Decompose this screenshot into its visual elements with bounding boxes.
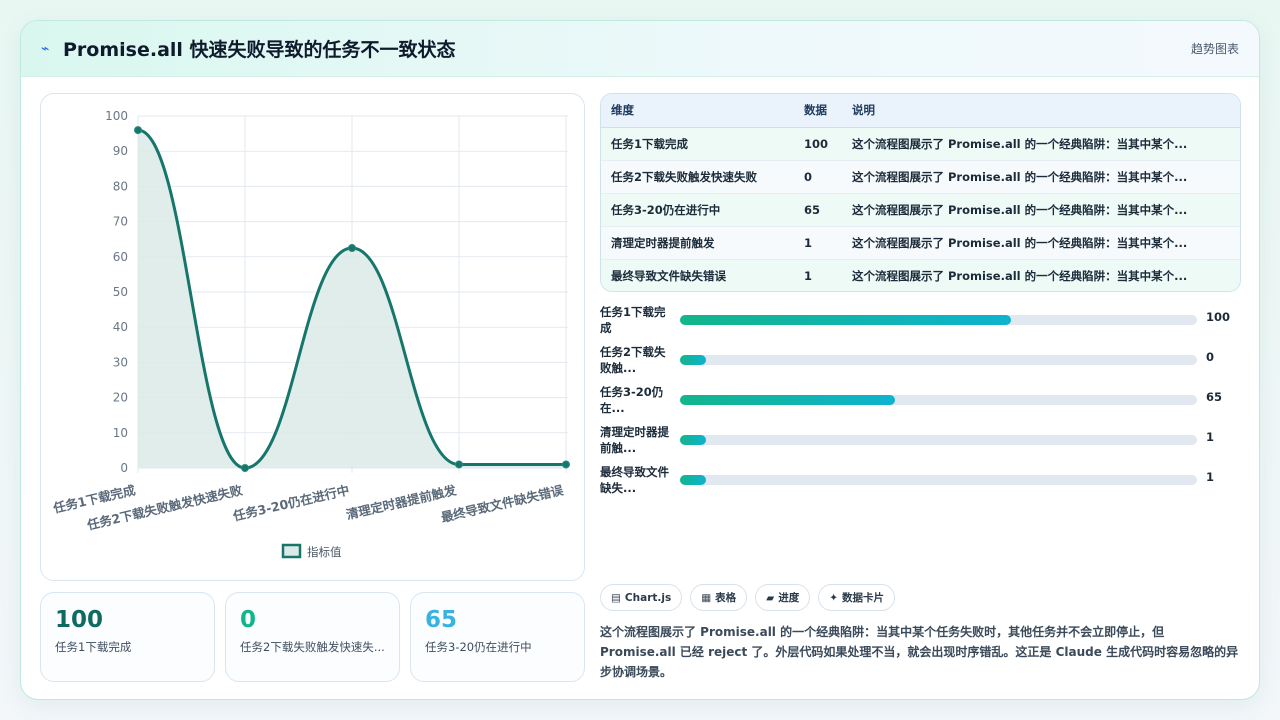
data-table: 维度 数据 说明 任务1下载完成 100 这个流程图展示了 Promise.al…: [600, 93, 1241, 292]
stat-value: 0: [240, 607, 257, 633]
progress-label: 最终导致文件 缺失...: [600, 465, 669, 495]
progress-row: 清理定时器提 前触... 1: [600, 424, 1241, 464]
stat-card-1: 100 任务1下载完成: [40, 592, 215, 682]
progress-value: 0: [1206, 350, 1215, 364]
chip-progress[interactable]: ▰ 进度: [755, 584, 811, 611]
progress-track: [680, 435, 1197, 445]
cell-dimension: 任务2下载失败触发快速失败: [601, 160, 794, 194]
table-row: 任务1下载完成 100 这个流程图展示了 Promise.all 的一个经典陷阱…: [601, 127, 1240, 161]
table-row: 任务2下载失败触发快速失败 0 这个流程图展示了 Promise.all 的一个…: [601, 160, 1240, 194]
progress-label: 任务3-20仍 在...: [600, 385, 664, 415]
zap-icon: ⌁: [41, 40, 50, 57]
cell-dimension: 清理定时器提前触发: [601, 226, 794, 260]
cell-dimension: 任务3-20仍在进行中: [601, 193, 794, 227]
cell-dimension: 任务1下载完成: [601, 127, 794, 161]
stat-label: 任务2下载失败触发快速失...: [240, 640, 385, 654]
progress-value: 1: [1206, 470, 1215, 484]
cell-note: 这个流程图展示了 Promise.all 的一个经典陷阱：当其中某个...: [842, 127, 1240, 161]
title-wrap: ⌁ Promise.all 快速失败导致的任务不一致状态: [41, 35, 456, 62]
col-header-dimension: 维度: [601, 94, 794, 128]
trend-chart-link[interactable]: 趋势图表: [1191, 40, 1239, 57]
cell-value: 100: [794, 127, 842, 161]
cell-value: 1: [794, 226, 842, 260]
stat-value: 65: [425, 607, 458, 633]
data-point: [348, 244, 356, 252]
stat-card-3: 65 任务3-20仍在进行中: [410, 592, 585, 682]
y-tick-label: 10: [113, 426, 128, 440]
main-card: ⌁ Promise.all 快速失败导致的任务不一致状态 趋势图表 0 10 20 3…: [20, 20, 1260, 700]
progress-label: 任务1下载完成: [600, 305, 666, 335]
cell-dimension: 最终导致文件缺失错误: [601, 259, 794, 291]
y-tick-label: 0: [120, 461, 128, 475]
legend-label: 指标值: [307, 545, 342, 559]
y-tick-label: 70: [113, 215, 128, 229]
area-chart: 0102030405060708090100任务1下载完成任务2下载失败触发快速…: [51, 109, 570, 559]
chip-chartjs[interactable]: ▤ Chart.js: [600, 584, 683, 611]
progress-track: [680, 355, 1197, 365]
progress-fill: [680, 355, 706, 365]
progress-bars: 任务1下载完成 100 任务2下载失 败触... 0 任务3-20仍 在... 65…: [600, 304, 1241, 504]
sparkle-icon: ✦: [829, 591, 839, 604]
table-header-row: 维度 数据 说明: [601, 94, 1240, 128]
progress-fill: [680, 475, 706, 485]
progress-track: [680, 395, 1197, 405]
stat-value: 100: [55, 607, 104, 633]
x-tick-label: 任务3-20仍在进行中: [231, 482, 351, 524]
chart-icon: ▤: [611, 591, 621, 604]
page-title: Promise.all 快速失败导致的任务不一致状态: [63, 39, 456, 61]
col-header-note: 说明: [842, 94, 1240, 128]
chip-table[interactable]: ▦ 表格: [690, 584, 748, 611]
table-icon: ▦: [701, 591, 712, 604]
data-point: [134, 126, 142, 135]
cell-note: 这个流程图展示了 Promise.all 的一个经典陷阱：当其中某个...: [842, 259, 1240, 291]
description: 这个流程图展示了 Promise.all 的一个经典陷阱：当其中某个任务失败时，…: [600, 625, 1239, 679]
progress-fill: [680, 315, 1011, 325]
stat-cards: 100 任务1下载完成 0 任务2下载失败触发快速失... 65 任务3-20仍…: [40, 592, 585, 682]
progress-fill: [680, 435, 706, 445]
table-row: 清理定时器提前触发 1 这个流程图展示了 Promise.all 的一个经典陷阱…: [601, 226, 1240, 260]
data-point: [562, 460, 570, 469]
progress-fill: [680, 395, 895, 405]
cell-value: 1: [794, 259, 842, 291]
progress-row: 任务3-20仍 在... 65: [600, 384, 1241, 424]
cell-value: 65: [794, 193, 842, 227]
table-row: 最终导致文件缺失错误 1 这个流程图展示了 Promise.all 的一个经典陷…: [601, 259, 1240, 291]
table-row: 任务3-20仍在进行中 65 这个流程图展示了 Promise.all 的一个经…: [601, 193, 1240, 227]
y-tick-label: 50: [113, 285, 128, 299]
stat-label: 任务1下载完成: [55, 640, 132, 654]
y-tick-label: 20: [113, 391, 128, 405]
y-tick-label: 100: [105, 109, 128, 123]
data-point: [241, 464, 249, 472]
progress-track: [680, 475, 1197, 485]
header: ⌁ Promise.all 快速失败导致的任务不一致状态 趋势图表: [21, 21, 1259, 77]
progress-value: 65: [1206, 390, 1223, 404]
progress-value: 100: [1206, 310, 1231, 324]
progress-track: [680, 315, 1197, 325]
y-tick-label: 90: [113, 144, 128, 158]
progress-label: 任务2下载失 败触...: [600, 345, 666, 375]
stat-card-2: 0 任务2下载失败触发快速失...: [225, 592, 400, 682]
cell-value: 0: [794, 160, 842, 194]
progress-icon: ▰: [766, 591, 775, 604]
view-chips: ▤ Chart.js ▦ 表格 ▰ 进度 ✦ 数据卡片: [600, 584, 896, 611]
progress-row: 任务2下载失 败触... 0: [600, 344, 1241, 384]
y-tick-label: 30: [113, 355, 128, 369]
chip-data-cards[interactable]: ✦ 数据卡片: [818, 584, 896, 611]
y-tick-label: 80: [113, 179, 128, 193]
x-tick-label: 最终导致文件缺失错误: [439, 482, 565, 525]
data-point: [455, 460, 463, 469]
y-tick-label: 40: [113, 320, 128, 334]
progress-row: 最终导致文件 缺失... 1: [600, 464, 1241, 504]
stat-label: 任务3-20仍在进行中: [425, 640, 532, 654]
cell-note: 这个流程图展示了 Promise.all 的一个经典陷阱：当其中某个...: [842, 193, 1240, 227]
progress-row: 任务1下载完成 100: [600, 304, 1241, 344]
area-chart-panel: 0 10 20 30 40 50 60 70 80 90 100 任务1下载完成 任务2下载失败触发快速…: [40, 93, 585, 581]
cell-note: 这个流程图展示了 Promise.all 的一个经典陷阱：当其中某个...: [842, 160, 1240, 194]
legend-swatch: [281, 543, 302, 559]
progress-value: 1: [1206, 430, 1215, 444]
cell-note: 这个流程图展示了 Promise.all 的一个经典陷阱：当其中某个...: [842, 226, 1240, 260]
col-header-data: 数据: [794, 94, 842, 128]
progress-label: 清理定时器提 前触...: [600, 425, 669, 455]
y-tick-label: 60: [113, 250, 128, 264]
